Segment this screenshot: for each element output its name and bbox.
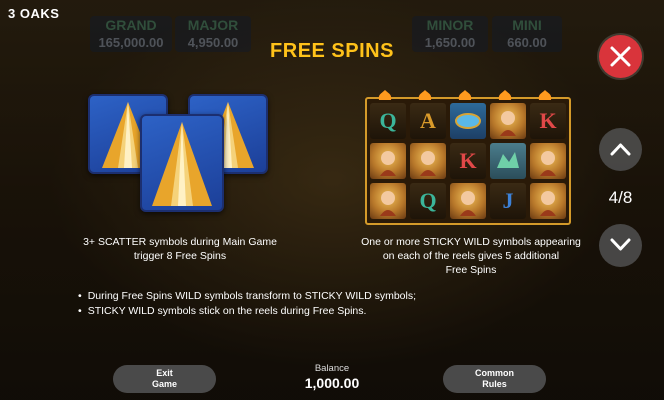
description-line: Free Spins [445,264,497,276]
scarab-symbol-icon [450,103,486,139]
scatter-description: 3+ SCATTER symbols during Main Game trig… [60,235,300,263]
reel-symbol-q: Q [370,103,406,139]
brand-logo: 3 OAKS [8,6,60,21]
page-up-button[interactable] [599,128,642,171]
rules-list-item: During Free Spins WILD symbols transform… [78,289,416,304]
balance-label: Balance [314,363,350,374]
common-rules-label-line2: Rules [482,379,507,389]
rules-list-item: STICKY WILD symbols stick on the reels d… [78,304,416,319]
reel-symbol-j: J [490,183,526,219]
pyramid-scatter-symbol [140,114,224,212]
wild-symbol-icon [490,143,526,179]
reel-symbol-k: K [530,103,566,139]
reel-grid: Q A K K Q J [365,90,571,225]
fire-icon [417,87,433,100]
close-button[interactable] [599,35,642,78]
chevron-down-icon [610,238,631,251]
fire-icon [457,87,473,100]
common-rules-button[interactable]: Common Rules [443,365,546,393]
fire-icon [377,87,393,100]
reel-symbol-q: Q [410,183,446,219]
queen-symbol-icon [530,143,566,179]
page-down-button[interactable] [599,224,642,267]
reel-symbol-k: K [450,143,486,179]
scatter-symbols-illustration [88,94,268,214]
balance-value: 1,000.00 [304,375,360,391]
queen-symbol-icon [370,143,406,179]
queen-symbol-icon [490,103,526,139]
description-line: 3+ SCATTER symbols during Main Game [83,236,277,248]
description-line: One or more STICKY WILD symbols appearin… [361,236,581,248]
common-rules-label-line1: Common [475,368,514,378]
fire-icon [537,87,553,100]
queen-symbol-icon [450,183,486,219]
description-line: on each of the reels gives 5 additional [382,250,560,262]
queen-symbol-icon [370,183,406,219]
queen-symbol-icon [530,183,566,219]
reel-symbol-a: A [410,103,446,139]
close-icon [610,46,631,67]
chevron-up-icon [610,143,631,156]
fire-icon [497,87,513,100]
sticky-wild-description: One or more STICKY WILD symbols appearin… [340,235,602,277]
page-indicator: 4/8 [608,188,633,207]
page-title: FREE SPINS [270,40,394,62]
description-line: trigger 8 Free Spins [133,250,227,262]
queen-symbol-icon [410,143,446,179]
rules-list: During Free Spins WILD symbols transform… [78,289,416,319]
